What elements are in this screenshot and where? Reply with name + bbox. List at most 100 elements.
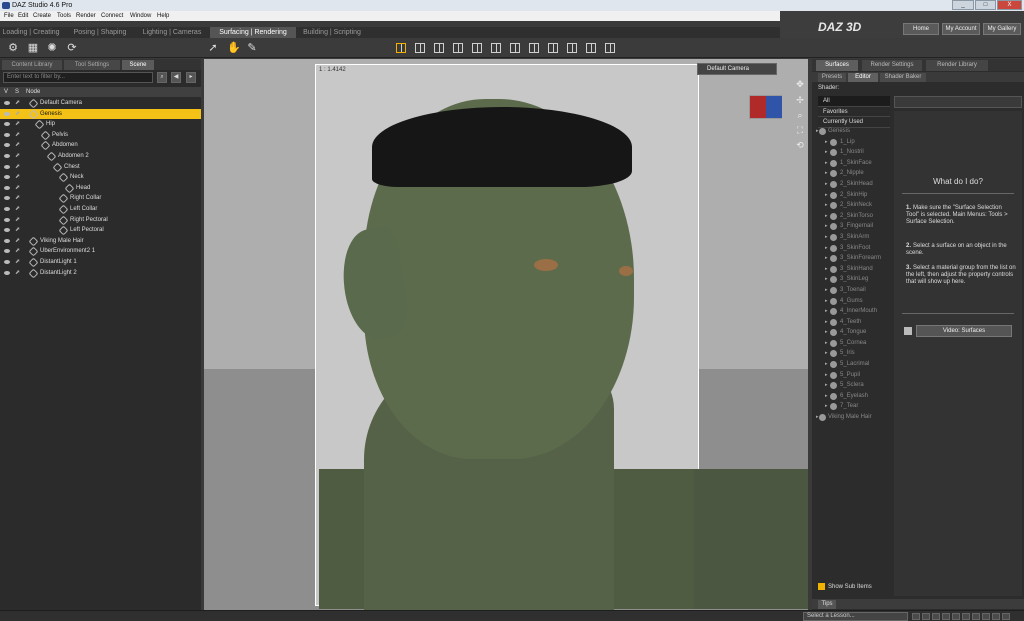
menu-arrow-icon[interactable]: ▸ — [186, 72, 196, 83]
frame-icon[interactable]: ⛶ — [794, 125, 806, 135]
selectable-arrow-icon[interactable]: ⬈ — [15, 185, 21, 191]
material-item[interactable]: ▸ Genesis — [816, 126, 892, 137]
view-layout-12-button[interactable] — [605, 43, 615, 53]
material-item[interactable]: ▸ 4_Gums — [816, 296, 892, 307]
view-layout-10-button[interactable] — [567, 43, 577, 53]
tab-surfaces[interactable]: Surfaces — [816, 60, 858, 71]
selectable-arrow-icon[interactable]: ⬈ — [15, 206, 21, 212]
tab-render-library[interactable]: Render Library — [926, 60, 988, 71]
view-cube[interactable] — [749, 95, 782, 119]
selectable-arrow-icon[interactable]: ⬈ — [15, 248, 21, 254]
material-item[interactable]: ▸ 5_Iris — [816, 348, 892, 359]
material-item[interactable]: ▸ 3_Fingernail — [816, 221, 892, 232]
visibility-eye-icon[interactable] — [4, 101, 10, 105]
tab-content-library[interactable]: Content Library — [2, 60, 62, 70]
visibility-eye-icon[interactable] — [4, 259, 10, 264]
selectable-arrow-icon[interactable]: ⬈ — [15, 132, 21, 138]
material-item[interactable]: ▸ 2_SkinNeck — [816, 200, 892, 211]
view-layout-11-button[interactable] — [586, 43, 596, 53]
selectable-arrow-icon[interactable]: ⬈ — [15, 174, 21, 180]
selectable-arrow-icon[interactable]: ⬈ — [15, 238, 21, 244]
expand-arrow-icon[interactable]: ▸ — [825, 137, 828, 148]
lesson-prev-button[interactable] — [912, 613, 920, 620]
menu-create[interactable]: Create — [33, 13, 51, 19]
lesson-step-7[interactable] — [982, 613, 990, 620]
menu-edit[interactable]: Edit — [18, 13, 28, 19]
scene-node[interactable]: ⬈ DistantLight 1 — [0, 257, 201, 268]
scene-node[interactable]: ⬈ Right Pectoral — [0, 215, 201, 226]
lesson-step-6[interactable] — [972, 613, 980, 620]
node-column-header[interactable]: Node — [26, 89, 40, 95]
lesson-step-8[interactable] — [992, 613, 1000, 620]
lesson-step-1[interactable] — [922, 613, 930, 620]
subtab-editor[interactable]: Editor — [848, 73, 878, 82]
material-item[interactable]: ▸ 5_Lacrimal — [816, 359, 892, 370]
tab-tool-settings[interactable]: Tool Settings — [64, 60, 120, 70]
material-item[interactable]: ▸ 1_Nostril — [816, 147, 892, 158]
tab-loading-creating[interactable]: Loading | Creating — [0, 27, 62, 38]
selectable-arrow-icon[interactable]: ⬈ — [15, 100, 21, 106]
material-item[interactable]: ▸ 1_SkinFace — [816, 158, 892, 169]
visibility-eye-icon[interactable] — [4, 143, 10, 148]
expand-arrow-icon[interactable]: ▸ — [825, 338, 828, 349]
expand-arrow-icon[interactable]: ▸ — [825, 317, 828, 328]
expand-arrow-icon[interactable]: ▸ — [825, 348, 828, 359]
tab-surfacing-rendering[interactable]: Surfacing | Rendering — [210, 27, 296, 38]
visibility-eye-icon[interactable] — [4, 153, 10, 158]
scene-node[interactable]: ⬈ Abdomen — [0, 140, 201, 151]
selectable-arrow-icon[interactable]: ⬈ — [15, 164, 21, 170]
lesson-step-3[interactable] — [942, 613, 950, 620]
scene-node[interactable]: ⬈ Left Collar — [0, 204, 201, 215]
menu-connect[interactable]: Connect — [101, 13, 123, 19]
selectable-arrow-icon[interactable]: ⬈ — [15, 195, 21, 201]
orbit-icon[interactable]: ✥ — [794, 79, 806, 89]
filter-favorites[interactable]: Favorites — [818, 106, 890, 117]
expand-arrow-icon[interactable]: ▸ — [825, 327, 828, 338]
filter-all[interactable]: All — [818, 96, 890, 107]
expand-arrow-icon[interactable]: ▸ — [825, 179, 828, 190]
visibility-eye-icon[interactable] — [4, 111, 10, 116]
material-item[interactable]: ▸ 7_Tear — [816, 401, 892, 412]
expand-arrow-icon[interactable]: ▸ — [825, 147, 828, 158]
reset-icon[interactable]: ⟲ — [794, 140, 806, 150]
material-item[interactable]: ▸ 5_Sclera — [816, 380, 892, 391]
tab-posing-shaping[interactable]: Posing | Shaping — [68, 27, 132, 38]
material-item[interactable]: ▸ 4_Teeth — [816, 317, 892, 328]
lesson-next-button[interactable] — [1002, 613, 1010, 620]
visibility-column-header[interactable]: V — [4, 89, 8, 95]
lesson-step-2[interactable] — [932, 613, 940, 620]
video-surfaces-button[interactable]: Video: Surfaces — [916, 325, 1012, 337]
tool-create-icon[interactable]: ⚙ — [7, 42, 19, 54]
show-sub-items-checkbox[interactable]: Show Sub Items — [818, 583, 872, 590]
paint-tool-icon[interactable]: ✎ — [246, 42, 258, 54]
selectable-arrow-icon[interactable]: ⬈ — [15, 142, 21, 148]
visibility-eye-icon[interactable] — [4, 175, 10, 180]
tool-render-icon[interactable]: ✺ — [46, 42, 58, 54]
visibility-eye-icon[interactable] — [4, 217, 10, 222]
view-layout-5-button[interactable] — [472, 43, 482, 53]
pan-icon[interactable]: ✢ — [794, 95, 806, 105]
surface-selection-tool-icon[interactable]: ✋ — [227, 42, 241, 54]
view-split-vertical-button[interactable] — [415, 43, 425, 53]
scene-node[interactable]: ⬈ DistantLight 2 — [0, 268, 201, 279]
material-item[interactable]: ▸ 5_Pupil — [816, 370, 892, 381]
home-button[interactable]: Home — [903, 23, 939, 35]
expand-arrow-icon[interactable]: ▸ — [825, 158, 828, 169]
view-layout-9-button[interactable] — [548, 43, 558, 53]
menu-window[interactable]: Window — [130, 13, 151, 19]
visibility-eye-icon[interactable] — [4, 206, 10, 211]
tab-render-settings[interactable]: Render Settings — [862, 60, 922, 71]
material-item[interactable]: ▸ 3_SkinForearm — [816, 253, 892, 264]
visibility-eye-icon[interactable] — [4, 196, 10, 201]
material-item[interactable]: ▸ 3_SkinLeg — [816, 274, 892, 285]
tab-building-scripting[interactable]: Building | Scripting — [298, 27, 366, 38]
subtab-presets[interactable]: Presets — [818, 73, 846, 82]
visibility-eye-icon[interactable] — [4, 238, 10, 243]
tab-scene[interactable]: Scene — [122, 60, 154, 70]
tab-lighting-cameras[interactable]: Lighting | Cameras — [138, 27, 206, 38]
scene-node[interactable]: ⬈ Genesis — [0, 108, 201, 120]
selectable-arrow-icon[interactable]: ⬈ — [15, 111, 21, 117]
close-button[interactable]: X — [997, 0, 1022, 10]
expand-arrow-icon[interactable]: ▸ — [825, 274, 828, 285]
visibility-eye-icon[interactable] — [4, 270, 10, 275]
